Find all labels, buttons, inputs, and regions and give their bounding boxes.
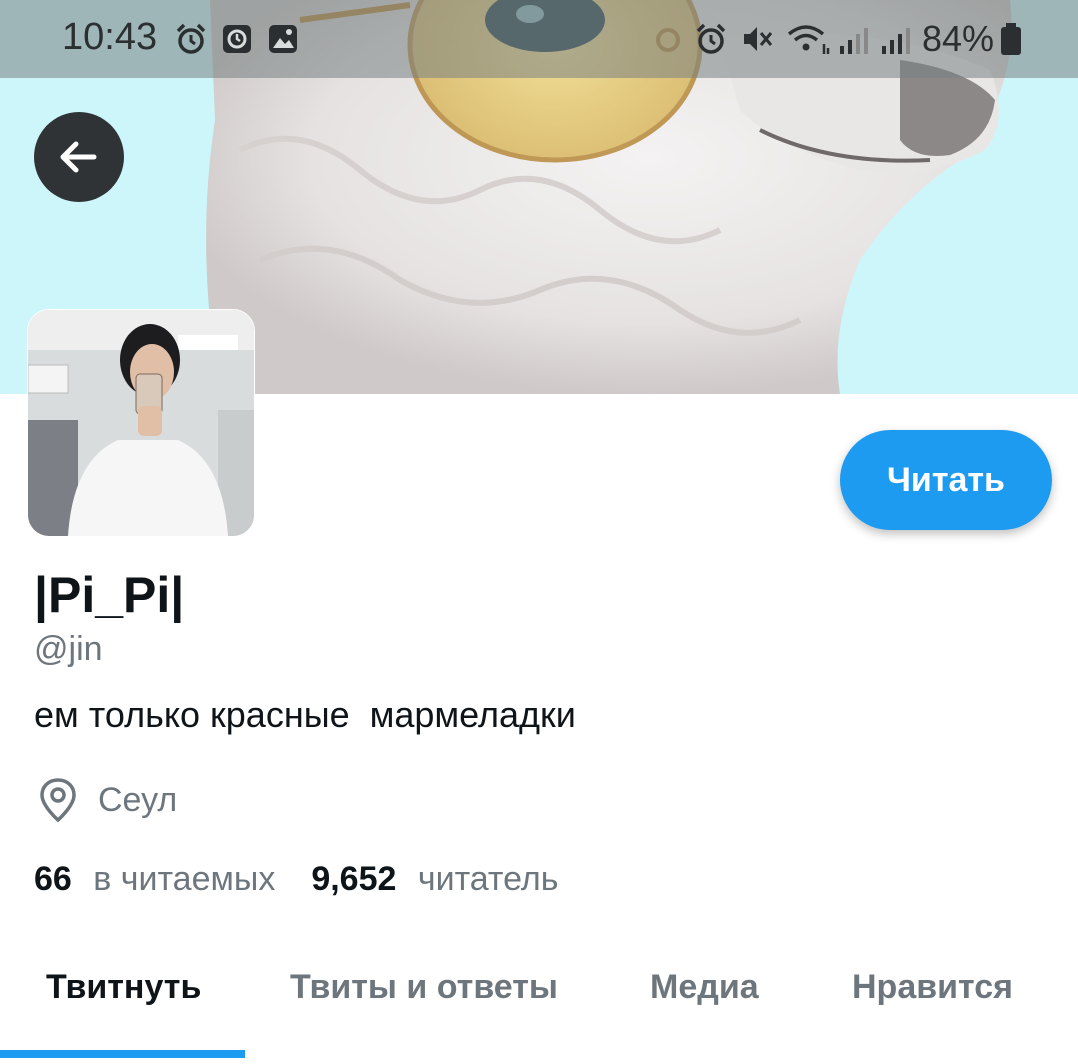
clock-app-icon <box>223 25 251 53</box>
active-tab-indicator <box>0 1050 245 1058</box>
signal-icon <box>840 28 868 54</box>
status-bar: 10:43 84% <box>0 0 1078 78</box>
battery-percentage: 84% <box>922 18 995 59</box>
alarm-icon <box>696 23 726 54</box>
following-count: 66 <box>34 860 72 898</box>
following-stat[interactable]: 66 в читаемых <box>34 860 275 899</box>
back-button[interactable] <box>34 112 124 202</box>
profile-tabs: Твитнуть Твиты и ответы Медиа Нравится <box>0 940 1078 1064</box>
followers-count: 9,652 <box>311 860 397 898</box>
gallery-icon <box>269 25 297 53</box>
display-name: |Pi_Pi| <box>34 567 185 623</box>
followers-stat[interactable]: 9,652 читатель <box>311 860 558 899</box>
tab-likes[interactable]: Нравится <box>852 968 1013 1007</box>
tab-media[interactable]: Медиа <box>650 968 759 1007</box>
following-label: в читаемых <box>93 860 276 898</box>
arrow-left-icon <box>60 141 97 173</box>
location-text: Сеул <box>98 780 178 819</box>
battery-icon <box>1001 23 1021 55</box>
follow-stats: 66 в читаемых 9,652 читатель <box>34 860 558 899</box>
followers-label: читатель <box>417 860 559 898</box>
location-pin-icon <box>40 778 76 823</box>
alarm-icon <box>176 23 206 54</box>
tab-tweets[interactable]: Твитнуть <box>46 968 201 1007</box>
signal-icon <box>882 28 910 54</box>
follow-button[interactable]: Читать <box>840 430 1052 530</box>
profile-bio: ем только красные мармеладки <box>34 694 576 735</box>
tab-tweets-replies[interactable]: Твиты и ответы <box>290 968 558 1007</box>
wifi-icon <box>787 25 830 54</box>
mute-icon <box>744 27 773 51</box>
location-row: Сеул <box>34 776 177 824</box>
profile-avatar[interactable] <box>27 309 255 537</box>
user-handle: @jin <box>34 630 103 668</box>
status-time: 10:43 <box>62 16 158 58</box>
avatar-image <box>28 310 254 536</box>
